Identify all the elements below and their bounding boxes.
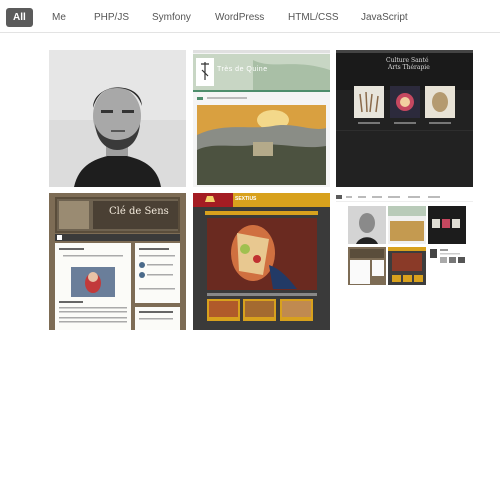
filter-bar: All Me PHP/JS Symfony WordPress HTML/CSS…	[0, 0, 500, 33]
site-title: Clé de Sens	[109, 206, 169, 217]
portfolio-item-sextius[interactable]: SEXTIUS	[193, 193, 330, 330]
filter-wordpress[interactable]: WordPress	[215, 8, 264, 27]
portfolio-item-cle-de-sens[interactable]: Clé de Sens	[49, 193, 186, 330]
portfolio-item-tres-de-quine[interactable]: Très de Quine	[193, 50, 330, 187]
site-title-line2: Arts Thérapie	[388, 64, 430, 71]
website-screenshot	[336, 193, 473, 330]
brand-name: SEXTIUS	[235, 196, 257, 202]
filter-all[interactable]: All	[6, 8, 33, 27]
site-title: Très de Quine	[217, 66, 268, 73]
filter-html-css[interactable]: HTML/CSS	[288, 8, 339, 27]
portfolio-item-portrait[interactable]	[49, 50, 186, 187]
portfolio-item-art-therapie[interactable]: Culture Santé Arts Thérapie	[336, 50, 473, 187]
filter-php-js[interactable]: PHP/JS	[94, 8, 129, 27]
portfolio-item-portfolio-site[interactable]	[336, 193, 473, 330]
filter-symfony[interactable]: Symfony	[152, 8, 191, 27]
filter-javascript[interactable]: JavaScript	[361, 8, 408, 27]
filter-me[interactable]: Me	[52, 8, 66, 27]
website-screenshot	[193, 193, 330, 330]
portrait-image	[49, 50, 186, 187]
